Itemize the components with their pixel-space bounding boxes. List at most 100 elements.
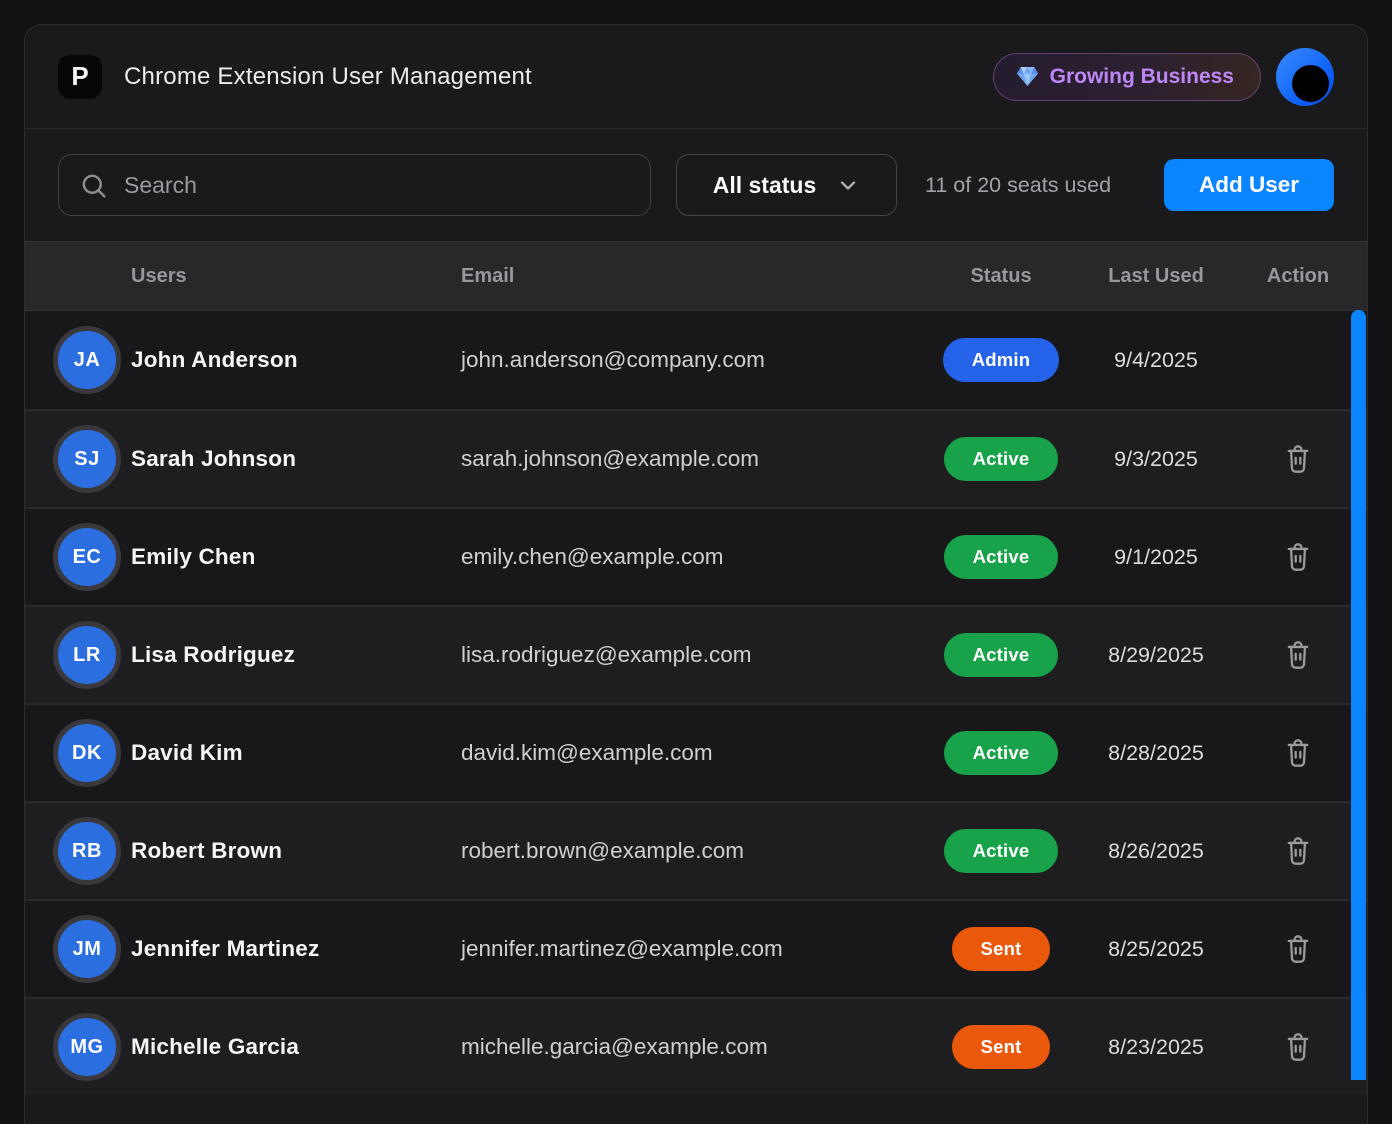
status-badge: Active bbox=[944, 829, 1059, 873]
status-cell: Active bbox=[941, 731, 1061, 775]
action-cell bbox=[1251, 537, 1345, 577]
chevron-down-icon bbox=[836, 173, 860, 197]
avatar: RB bbox=[53, 817, 121, 885]
delete-user-button[interactable] bbox=[1278, 537, 1318, 577]
trash-icon bbox=[1284, 836, 1312, 866]
status-filter-select[interactable]: All status bbox=[676, 154, 897, 216]
avatar-cell: JM bbox=[53, 915, 131, 983]
app-header: P Chrome Extension User Management Growi… bbox=[25, 25, 1367, 129]
column-header-last-used: Last Used bbox=[1061, 265, 1251, 288]
table-row: LR Lisa Rodriguez lisa.rodriguez@example… bbox=[25, 605, 1367, 703]
status-badge: Admin bbox=[943, 338, 1060, 382]
last-used-date: 9/4/2025 bbox=[1061, 348, 1251, 373]
table-row: DK David Kim david.kim@example.com Activ… bbox=[25, 703, 1367, 801]
user-name: Sarah Johnson bbox=[131, 446, 461, 472]
add-user-button[interactable]: Add User bbox=[1164, 159, 1334, 211]
status-cell: Active bbox=[941, 535, 1061, 579]
search-input[interactable] bbox=[124, 172, 630, 199]
status-badge: Active bbox=[944, 731, 1059, 775]
action-cell bbox=[1251, 929, 1345, 969]
delete-user-button[interactable] bbox=[1278, 1027, 1318, 1067]
delete-user-button[interactable] bbox=[1278, 635, 1318, 675]
avatar-cell: LR bbox=[53, 621, 131, 689]
last-used-date: 8/25/2025 bbox=[1061, 937, 1251, 962]
last-used-date: 9/3/2025 bbox=[1061, 447, 1251, 472]
scrollbar-thumb[interactable] bbox=[1351, 310, 1366, 1080]
table-body: JA John Anderson john.anderson@company.c… bbox=[25, 311, 1367, 1095]
toolbar: All status 11 of 20 seats used Add User bbox=[25, 129, 1367, 241]
trash-icon bbox=[1284, 542, 1312, 572]
page-title: Chrome Extension User Management bbox=[124, 63, 532, 91]
trash-icon bbox=[1284, 934, 1312, 964]
trash-icon bbox=[1284, 640, 1312, 670]
user-name: Robert Brown bbox=[131, 838, 461, 864]
user-name: Lisa Rodriguez bbox=[131, 642, 461, 668]
last-used-date: 8/28/2025 bbox=[1061, 741, 1251, 766]
user-email: jennifer.martinez@example.com bbox=[461, 936, 941, 962]
plan-badge-label: Growing Business bbox=[1050, 65, 1234, 89]
user-management-panel: P Chrome Extension User Management Growi… bbox=[24, 24, 1368, 1124]
status-badge: Sent bbox=[952, 1025, 1051, 1069]
action-cell bbox=[1251, 1027, 1345, 1067]
last-used-date: 8/26/2025 bbox=[1061, 839, 1251, 864]
status-cell: Sent bbox=[941, 1025, 1061, 1069]
table-row: JA John Anderson john.anderson@company.c… bbox=[25, 311, 1367, 409]
app-logo: P bbox=[58, 55, 102, 99]
action-cell bbox=[1251, 439, 1345, 479]
delete-user-button[interactable] bbox=[1278, 929, 1318, 969]
user-email: michelle.garcia@example.com bbox=[461, 1034, 941, 1060]
status-cell: Sent bbox=[941, 927, 1061, 971]
status-cell: Active bbox=[941, 829, 1061, 873]
table-header: Users Email Status Last Used Action bbox=[25, 241, 1367, 311]
trash-icon bbox=[1284, 1032, 1312, 1062]
user-email: sarah.johnson@example.com bbox=[461, 446, 941, 472]
column-header-email: Email bbox=[461, 265, 941, 288]
trash-icon bbox=[1284, 444, 1312, 474]
avatar: LR bbox=[53, 621, 121, 689]
avatar: JA bbox=[53, 326, 121, 394]
user-email: emily.chen@example.com bbox=[461, 544, 941, 570]
status-cell: Active bbox=[941, 437, 1061, 481]
avatar-initials: DK bbox=[72, 742, 102, 765]
user-name: Emily Chen bbox=[131, 544, 461, 570]
status-badge: Sent bbox=[952, 927, 1051, 971]
status-cell: Active bbox=[941, 633, 1061, 677]
user-email: david.kim@example.com bbox=[461, 740, 941, 766]
status-filter-value: All status bbox=[713, 172, 817, 199]
status-badge: Active bbox=[944, 437, 1059, 481]
delete-user-button[interactable] bbox=[1278, 439, 1318, 479]
user-name: David Kim bbox=[131, 740, 461, 766]
avatar: JM bbox=[53, 915, 121, 983]
delete-user-button[interactable] bbox=[1278, 831, 1318, 871]
column-header-users: Users bbox=[131, 265, 461, 288]
avatar: MG bbox=[53, 1013, 121, 1081]
action-cell bbox=[1251, 733, 1345, 773]
last-used-date: 8/23/2025 bbox=[1061, 1035, 1251, 1060]
status-badge: Active bbox=[944, 633, 1059, 677]
action-cell bbox=[1251, 635, 1345, 675]
user-email: robert.brown@example.com bbox=[461, 838, 941, 864]
action-cell bbox=[1251, 831, 1345, 871]
avatar-cell: RB bbox=[53, 817, 131, 885]
avatar-initials: LR bbox=[73, 644, 101, 667]
table-row: JM Jennifer Martinez jennifer.martinez@e… bbox=[25, 899, 1367, 997]
status-cell: Admin bbox=[941, 338, 1061, 382]
gem-icon bbox=[1016, 66, 1039, 87]
table-row: RB Robert Brown robert.brown@example.com… bbox=[25, 801, 1367, 899]
avatar-cell: JA bbox=[53, 326, 131, 394]
user-name: Jennifer Martinez bbox=[131, 936, 461, 962]
avatar-cell: EC bbox=[53, 523, 131, 591]
avatar-initials: MG bbox=[70, 1036, 103, 1059]
delete-user-button[interactable] bbox=[1278, 733, 1318, 773]
profile-avatar[interactable] bbox=[1276, 48, 1334, 106]
user-email: lisa.rodriguez@example.com bbox=[461, 642, 941, 668]
last-used-date: 8/29/2025 bbox=[1061, 643, 1251, 668]
table-row: EC Emily Chen emily.chen@example.com Act… bbox=[25, 507, 1367, 605]
search-icon bbox=[79, 171, 108, 200]
avatar-initials: SJ bbox=[74, 448, 99, 471]
column-header-action: Action bbox=[1251, 265, 1345, 288]
avatar-cell: DK bbox=[53, 719, 131, 787]
user-name: John Anderson bbox=[131, 347, 461, 373]
avatar: EC bbox=[53, 523, 121, 591]
avatar-cell: SJ bbox=[53, 425, 131, 493]
